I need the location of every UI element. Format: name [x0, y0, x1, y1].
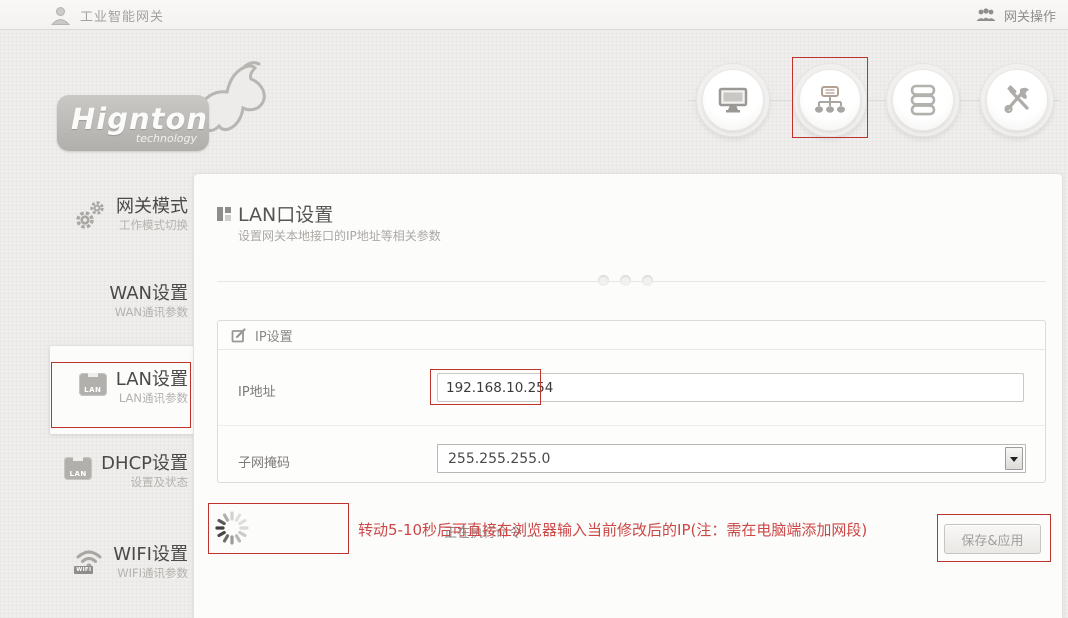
- sidebar-item-title: DHCP设置: [101, 453, 188, 475]
- logo-plate: Hignton technology: [57, 95, 209, 151]
- row-divider: [218, 425, 1045, 426]
- app-title: 工业智能网关: [80, 6, 164, 25]
- monitor-icon: [717, 86, 749, 114]
- pagination-dot[interactable]: [642, 275, 653, 286]
- lan-icon-label: LAN: [79, 386, 107, 394]
- sidebar-item-gateway-mode[interactable]: 网关模式 工作模式切换: [36, 196, 188, 233]
- users-group-icon: [975, 7, 997, 23]
- sidebar-item-title: WIFI设置: [113, 544, 188, 566]
- sidebar-item-lan[interactable]: LAN LAN设置 LAN通讯参数: [36, 369, 188, 406]
- loading-spinner-icon: [214, 510, 250, 546]
- subnet-mask-label: 子网掩码: [238, 452, 290, 471]
- main-panel: LAN口设置 设置网关本地接口的IP地址等相关参数 IP设置 IP地址 子网掩码…: [193, 173, 1063, 618]
- chevron-down-icon[interactable]: [1005, 447, 1023, 470]
- sidebar-item-subtitle: 设置及状态: [101, 475, 188, 490]
- nav-database-button[interactable]: [886, 63, 960, 137]
- gears-icon: [73, 199, 107, 233]
- subnet-mask-value: 255.255.255.0: [448, 451, 550, 467]
- sidebar-item-title: 网关模式: [116, 196, 188, 218]
- gateway-operations[interactable]: 网关操作: [975, 0, 1056, 30]
- database-icon: [909, 84, 937, 116]
- sidebar-item-subtitle: 工作模式切换: [116, 218, 188, 233]
- tools-icon: [1001, 84, 1033, 116]
- lan-icon-label: LAN: [64, 470, 92, 478]
- nav-monitor-button[interactable]: [696, 63, 770, 137]
- sidebar-item-wan[interactable]: WAN设置 WAN通讯参数: [36, 283, 188, 320]
- nav-tools-button[interactable]: [980, 63, 1054, 137]
- gateway-config-page: 工业智能网关 网关操作 Hignton technology: [0, 0, 1068, 618]
- top-bar-brand: 工业智能网关: [50, 0, 164, 30]
- ip-address-input[interactable]: [437, 373, 1024, 402]
- sidebar-item-subtitle: LAN通讯参数: [116, 391, 188, 406]
- page-subtitle: 设置网关本地接口的IP地址等相关参数: [238, 227, 441, 244]
- ip-change-note: 转动5-10秒后可直接在浏览器输入当前修改后的IP(注：需在电脑端添加网段): [358, 519, 867, 540]
- gateway-operations-label: 网关操作: [1004, 6, 1056, 25]
- pagination-dot[interactable]: [598, 275, 609, 286]
- user-icon: [50, 5, 71, 26]
- save-apply-button[interactable]: 保存&应用: [944, 524, 1041, 554]
- sidebar-item-title: WAN设置: [109, 283, 188, 305]
- pagination-dot[interactable]: [620, 275, 631, 286]
- edit-icon: [231, 327, 247, 343]
- sidebar-item-title: LAN设置: [116, 369, 188, 391]
- pagination-dots[interactable]: [598, 275, 653, 286]
- page-title-icon: [217, 207, 232, 222]
- wifi-icon-label: WIFI: [74, 566, 93, 574]
- top-bar: 工业智能网关 网关操作: [0, 0, 1068, 30]
- logo: Hignton technology: [57, 60, 267, 160]
- sidebar-item-wifi[interactable]: WIFI WIFI设置 WIFI通讯参数: [36, 544, 188, 581]
- subnet-mask-select[interactable]: 255.255.255.0: [437, 444, 1026, 473]
- sidebar-item-dhcp[interactable]: LAN DHCP设置 设置及状态: [36, 453, 188, 490]
- logo-tagline: technology: [71, 133, 197, 145]
- sidebar-item-subtitle: WAN通讯参数: [109, 305, 188, 320]
- ip-address-label: IP地址: [238, 381, 276, 400]
- nav-network-button[interactable]: [793, 63, 867, 137]
- network-topology-icon: [813, 85, 847, 115]
- ip-settings-card: IP设置 IP地址 子网掩码 255.255.255.0: [217, 320, 1046, 483]
- ip-settings-header: IP设置: [218, 321, 1045, 350]
- lan-port-icon: LAN: [64, 457, 92, 480]
- sidebar-item-subtitle: WIFI通讯参数: [113, 566, 188, 581]
- lan-port-icon: LAN: [79, 373, 107, 396]
- logo-name: Hignton: [71, 105, 197, 133]
- wifi-icon: WIFI: [74, 548, 104, 574]
- page-title: LAN口设置: [238, 200, 333, 227]
- ip-settings-title: IP设置: [255, 326, 293, 345]
